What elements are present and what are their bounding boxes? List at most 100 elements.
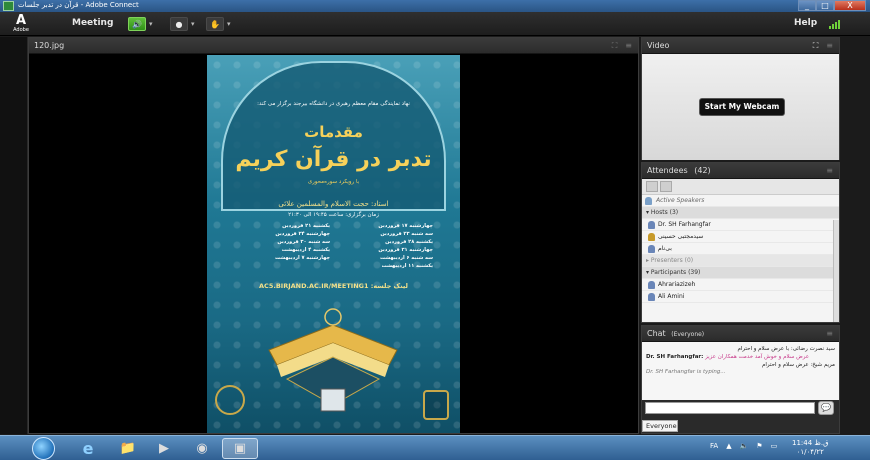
video-pod-controls: ⛶ ≡: [813, 41, 833, 51]
list-item[interactable]: Ali Amini: [642, 291, 839, 303]
chat-messages: سید نصرت رضائی: با عرض سلام و احترام Dr.…: [642, 342, 839, 400]
clock[interactable]: 11:44 ق.ظ ۰۱/۰۴/۲۲: [792, 439, 829, 457]
presenters-section-header[interactable]: ▸ Presenters (0): [642, 255, 839, 267]
maximize-button[interactable]: □: [816, 0, 834, 11]
attendees-pod-controls: ≡: [826, 166, 833, 175]
language-indicator[interactable]: FA: [710, 442, 718, 450]
attendees-count: (42): [694, 166, 711, 175]
attendees-title-label: Attendees: [647, 166, 688, 175]
adobe-logo-text: Adobe: [13, 27, 29, 33]
meeting-menu[interactable]: Meeting: [72, 18, 113, 28]
connection-signal-icon: [829, 19, 843, 29]
fullscreen-icon[interactable]: ⛶: [612, 41, 618, 51]
pod-menu-icon[interactable]: ≡: [826, 166, 833, 175]
minimize-button[interactable]: _: [798, 0, 816, 11]
organization-logo-icon: [423, 390, 449, 420]
left-margin: [0, 37, 28, 434]
quran-book-illustration: [268, 308, 398, 412]
active-speakers-row: Active Speakers: [642, 195, 839, 207]
help-menu[interactable]: Help: [794, 18, 817, 28]
pod-menu-icon[interactable]: ≡: [826, 41, 833, 51]
close-button[interactable]: X: [834, 0, 866, 11]
attendee-name: Ali Amini: [658, 293, 685, 300]
chat-pod-header: Chat (Everyone) ≡: [642, 326, 839, 342]
video-area: Start My Webcam: [642, 54, 839, 160]
university-logo-icon: [215, 385, 245, 415]
internet-explorer-icon[interactable]: e: [70, 438, 106, 459]
chat-pod-title: Chat (Everyone): [647, 329, 704, 338]
pod-menu-icon[interactable]: ≡: [826, 329, 833, 338]
schedule-item: چهارشنبه ۲۴ فروردین: [275, 231, 330, 237]
attendee-name: Ahrariazizeh: [658, 281, 696, 288]
start-button[interactable]: [32, 437, 55, 460]
app-icon: [3, 1, 14, 11]
share-pod-header: 120.jpg ⛶ ≡: [29, 38, 638, 54]
schedule-item: یکشنبه ۴ اردیبهشت: [281, 247, 330, 253]
list-item[interactable]: بی‌نام: [642, 243, 839, 255]
chevron-down-icon[interactable]: ▾: [191, 20, 195, 28]
attendee-name: Dr. SH Farhangfar: [658, 221, 711, 228]
window-title: قرآن در تدبر جلسات - Adobe Connect: [18, 1, 139, 9]
active-speakers-label: Active Speakers: [656, 197, 705, 204]
video-pod-header: Video ⛶ ≡: [642, 38, 839, 54]
network-icon[interactable]: ▭: [771, 442, 778, 450]
webcam-icon[interactable]: ●: [170, 17, 188, 31]
file-explorer-icon[interactable]: 📁: [110, 438, 146, 459]
fullscreen-icon[interactable]: ⛶: [813, 41, 819, 51]
poster-title-top: مقدمات: [304, 123, 363, 141]
sort-icon[interactable]: [660, 181, 672, 192]
shared-poster-image: نهاد نمایندگی مقام معظم رهبری در دانشگاه…: [207, 55, 460, 433]
speaker-icon[interactable]: 🔊: [128, 17, 146, 31]
chevron-down-icon[interactable]: ▾: [149, 20, 153, 28]
chevron-down-icon[interactable]: ▾: [227, 20, 231, 28]
chat-tab-everyone[interactable]: Everyone: [642, 420, 678, 432]
adobe-logo: A Adobe: [11, 14, 31, 34]
start-webcam-button[interactable]: Start My Webcam: [699, 98, 785, 116]
adobe-connect-taskbar-icon[interactable]: ▣: [222, 438, 258, 459]
attendees-toolbar: [642, 179, 839, 195]
schedule-item: یکشنبه ۲۸ فروردین: [385, 239, 433, 245]
poster-intro: نهاد نمایندگی مقام معظم رهبری در دانشگاه…: [257, 101, 410, 107]
chat-pod-controls: ≡: [826, 329, 833, 338]
window-controls: _ □ X: [798, 0, 866, 11]
send-message-icon[interactable]: 💬: [818, 401, 834, 415]
chat-input[interactable]: [645, 402, 815, 414]
list-item[interactable]: سیدمجتبی حسینی: [642, 231, 839, 243]
attendee-name: بی‌نام: [658, 245, 672, 252]
chat-message-text: عرض سلام و خوش آمد خدمت همکاران عزیز: [705, 354, 810, 360]
share-pod-controls: ⛶ ≡: [612, 41, 632, 51]
list-item[interactable]: Dr. SH Farhangfar: [642, 219, 839, 231]
attendees-scrollbar[interactable]: [833, 220, 839, 322]
typing-indicator: Dr. SH Farhangfar is typing...: [646, 369, 726, 375]
flag-icon[interactable]: ⚑: [756, 442, 762, 450]
schedule-item: سه شنبه ۳۰ فروردین: [277, 239, 330, 245]
volume-icon[interactable]: 🔈: [740, 442, 749, 450]
clock-time: 11:44 ق.ظ: [792, 439, 829, 447]
media-player-icon[interactable]: ▶: [146, 438, 182, 459]
chat-pod: Chat (Everyone) ≡ سید نصرت رضائی: با عرض…: [641, 325, 840, 434]
chat-title-label: Chat: [647, 329, 666, 338]
schedule-item: یکشنبه ۱۱ اردیبهشت: [381, 263, 433, 269]
share-pod-title: 120.jpg: [34, 41, 65, 50]
participants-section-header[interactable]: ▾ Participants (39): [642, 267, 839, 279]
webcam-toolbar-group: ● ▾: [170, 17, 195, 31]
adobe-logo-glyph: A: [15, 13, 27, 28]
presenters-header-label: Presenters (0): [650, 257, 694, 264]
pod-menu-icon[interactable]: ≡: [625, 41, 632, 51]
hosts-section-header[interactable]: ▾ Hosts (3): [642, 207, 839, 219]
chrome-icon[interactable]: ◉: [184, 438, 220, 459]
speaker-icon: [645, 197, 652, 205]
raise-hand-icon[interactable]: ✋: [206, 17, 224, 31]
schedule-item: چهارشنبه ۷ اردیبهشت: [275, 255, 330, 261]
poster-teacher: استاد: حجت الاسلام والمسلمین علائی: [278, 200, 389, 208]
tray-arrow-icon[interactable]: ▲: [726, 442, 731, 450]
list-item[interactable]: Ahrariazizeh: [642, 279, 839, 291]
clock-date: ۰۱/۰۴/۲۲: [796, 448, 824, 456]
schedule-item: سه شنبه ۶ اردیبهشت: [379, 255, 433, 261]
poster-title-main: تدبر در قرآن کریم: [235, 147, 432, 172]
window-titlebar: قرآن در تدبر جلسات - Adobe Connect _ □ X: [0, 0, 870, 12]
windows-taskbar: e 📁 ▶ ◉ ▣ FA ▲ 🔈 ⚑ ▭ 11:44 ق.ظ ۰۱/۰۴/۲۲: [0, 435, 870, 460]
attendees-pod-title: Attendees (42): [647, 166, 711, 175]
list-view-icon[interactable]: [646, 181, 658, 192]
schedule-item: چهارشنبه ۱۷ فروردین: [378, 223, 433, 229]
